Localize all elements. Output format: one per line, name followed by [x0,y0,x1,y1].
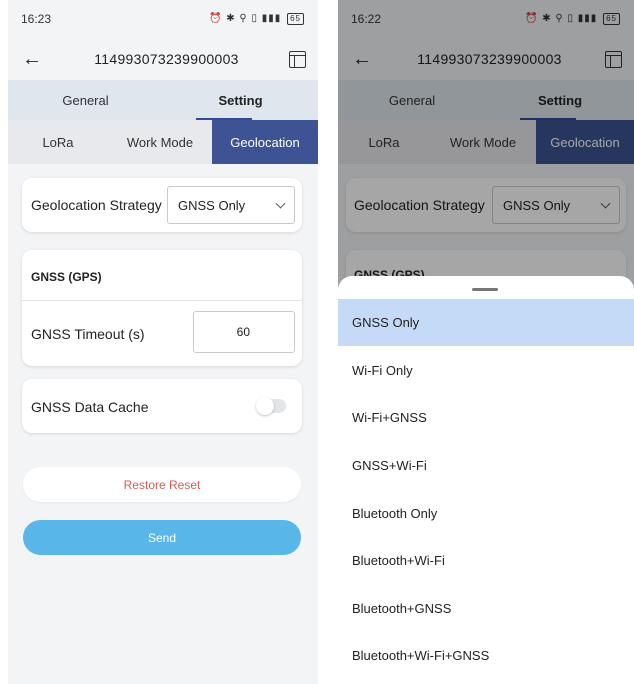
option-bluetooth-only[interactable]: Bluetooth Only [338,490,634,537]
battery-icon: 65 [287,13,304,25]
gnss-timeout-label: GNSS Timeout (s) [31,326,145,342]
left-screen: 16:23 ⏰ ✱ ⚲ ▯ ▮▮▮ 65 ← 11499307323990000… [8,0,318,684]
gnss-cache-card: GNSS Data Cache [22,379,302,433]
tab-underline [196,118,252,120]
tab-general[interactable]: General [8,80,163,120]
divider [22,300,302,301]
layout-icon[interactable] [288,50,306,68]
option-bluetooth-gnss[interactable]: Bluetooth+GNSS [338,585,634,632]
subtab-lora[interactable]: LoRa [8,120,108,164]
toggle-knob [256,397,274,415]
option-gnss-only[interactable]: GNSS Only [338,299,634,346]
send-button[interactable]: Send [23,520,301,555]
device-id-title: 114993073239900003 [94,51,239,67]
geolocation-strategy-label: Geolocation Strategy [31,197,162,213]
option-bluetooth-wifi-gnss[interactable]: Bluetooth+Wi-Fi+GNSS [338,632,634,679]
app-bar: ← 114993073239900003 [8,38,318,80]
gnss-section-title: GNSS (GPS) [31,270,102,284]
chevron-down-icon [275,198,286,209]
status-time: 16:23 [21,12,52,26]
option-wifi-gnss[interactable]: Wi-Fi+GNSS [338,394,634,441]
status-bar: 16:23 ⏰ ✱ ⚲ ▯ ▮▮▮ 65 [8,0,318,38]
sub-tabs: LoRa Work Mode Geolocation [8,120,318,164]
option-bluetooth-wifi[interactable]: Bluetooth+Wi-Fi [338,537,634,584]
right-screen: 16:22 ⏰ ✱ ⚲ ▯ ▮▮▮ 65 ← 11499307323990000… [338,0,634,684]
gnss-cache-toggle[interactable] [256,397,286,415]
geolocation-strategy-card: Geolocation Strategy GNSS Only [22,178,302,232]
subtab-geolocation[interactable]: Geolocation [212,120,318,164]
geolocation-strategy-select[interactable]: GNSS Only [167,186,295,224]
main-tabs: General Setting [8,80,318,120]
gnss-card: GNSS (GPS) GNSS Timeout (s) 60 [22,250,302,366]
option-wifi-only[interactable]: Wi-Fi Only [338,347,634,394]
subtab-work-mode[interactable]: Work Mode [108,120,212,164]
gnss-timeout-input[interactable]: 60 [193,311,295,353]
strategy-options-sheet: GNSS Only Wi-Fi Only Wi-Fi+GNSS GNSS+Wi-… [338,276,634,684]
strategy-value: GNSS Only [178,197,246,213]
back-arrow-icon[interactable]: ← [22,48,44,71]
tab-setting[interactable]: Setting [163,80,318,120]
option-gnss-wifi[interactable]: GNSS+Wi-Fi [338,442,634,489]
gnss-cache-label: GNSS Data Cache [31,399,149,415]
drag-handle[interactable] [472,288,498,291]
restore-reset-button[interactable]: Restore Reset [23,467,301,502]
status-icons: ⏰ ✱ ⚲ ▯ ▮▮▮ 65 [209,13,304,25]
